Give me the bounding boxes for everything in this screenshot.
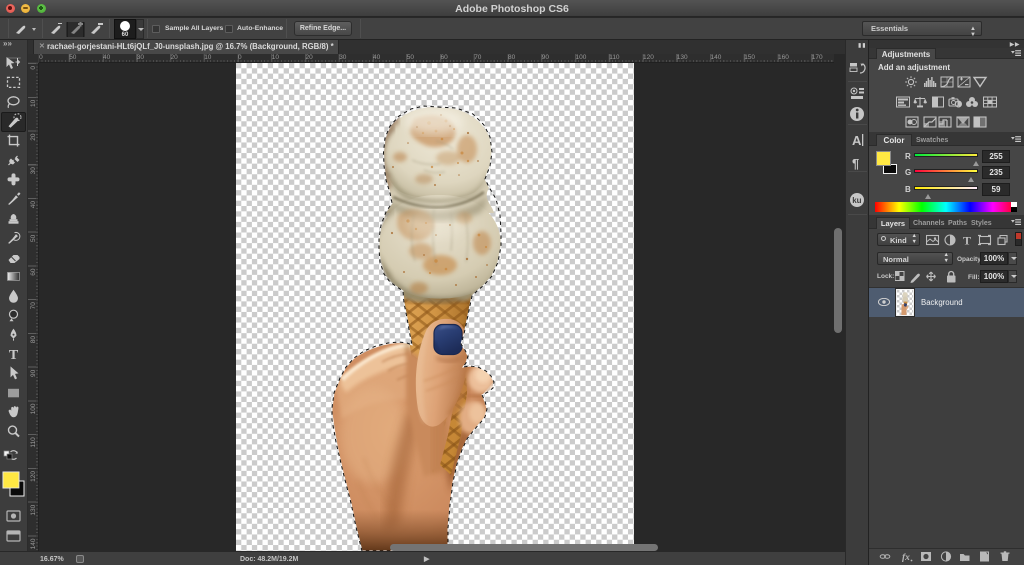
svg-text:30: 30	[30, 167, 37, 175]
svg-text:10: 10	[30, 99, 37, 107]
svg-text:fx: fx	[902, 553, 910, 562]
svg-text:140: 140	[30, 538, 37, 549]
svg-text:40: 40	[30, 201, 37, 209]
svg-text:130: 130	[30, 504, 37, 515]
svg-text:110: 110	[30, 437, 37, 448]
svg-text:50: 50	[30, 234, 37, 242]
svg-text:60: 60	[30, 268, 37, 276]
svg-text:120: 120	[30, 471, 37, 482]
svg-text:¶: ¶	[852, 156, 859, 171]
svg-text:A: A	[852, 133, 862, 148]
svg-text:90: 90	[30, 369, 37, 377]
svg-text:80: 80	[30, 336, 37, 344]
svg-text:70: 70	[30, 302, 37, 310]
svg-text:T: T	[963, 234, 971, 246]
svg-text:20: 20	[30, 133, 37, 141]
svg-text:T: T	[9, 348, 19, 363]
svg-text:ku: ku	[852, 196, 861, 205]
svg-text:100: 100	[30, 403, 37, 414]
svg-text:0: 0	[30, 66, 37, 70]
